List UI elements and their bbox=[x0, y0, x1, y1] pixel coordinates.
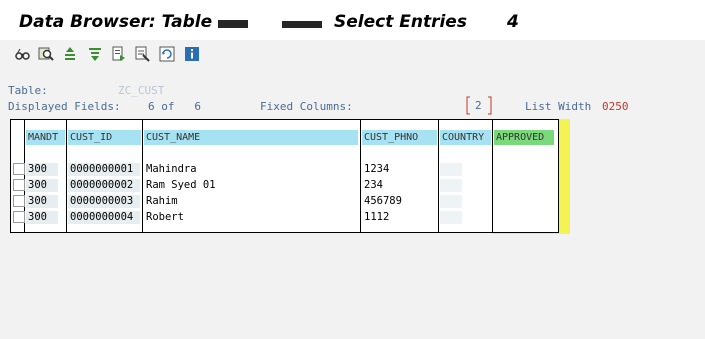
info-icon[interactable] bbox=[184, 46, 200, 62]
choose-icon[interactable] bbox=[135, 46, 151, 62]
title-bar: Data Browser: Table Select Entries 4 bbox=[0, 0, 705, 40]
cell-country bbox=[440, 163, 462, 176]
cell-cust-id: 0000000001 bbox=[68, 163, 140, 176]
displayed-fields-value: 6 of 6 bbox=[148, 100, 201, 113]
cell-country bbox=[440, 195, 462, 208]
glasses-icon[interactable] bbox=[15, 46, 31, 62]
cell-cust-id: 0000000002 bbox=[68, 179, 140, 192]
cell-cust-phno: 1112 bbox=[362, 211, 436, 224]
list-width-label: List Width bbox=[525, 100, 592, 113]
header-cust-name[interactable]: CUST_NAME bbox=[144, 130, 358, 145]
table-label: Table: bbox=[8, 84, 48, 97]
cell-mandt: 300 bbox=[26, 179, 58, 192]
list-width-value[interactable]: 0250 bbox=[602, 100, 629, 113]
cell-mandt: 300 bbox=[26, 211, 58, 224]
cell-cust-id: 0000000003 bbox=[68, 195, 140, 208]
cell-cust-name: Ram Syed 01 bbox=[144, 179, 358, 192]
cell-country bbox=[440, 179, 462, 192]
fixed-columns-value: 2 bbox=[475, 99, 482, 112]
fixed-columns-field[interactable]: 2 bbox=[466, 96, 492, 115]
magnifier-detail-icon[interactable] bbox=[38, 46, 54, 62]
header-country[interactable]: COUNTRY bbox=[440, 130, 491, 145]
cell-cust-name: Robert bbox=[144, 211, 358, 224]
cell-cust-phno: 456789 bbox=[362, 195, 436, 208]
table-value: ZC_CUST bbox=[118, 84, 165, 97]
row-select-checkbox[interactable] bbox=[13, 163, 25, 175]
header-approved[interactable]: APPROVED bbox=[494, 130, 554, 145]
title-prefix: Data Browser: Table bbox=[19, 12, 219, 32]
row-select-checkbox[interactable] bbox=[13, 195, 25, 207]
header-cust-id[interactable]: CUST_ID bbox=[68, 130, 141, 145]
sort-ascending-icon[interactable] bbox=[62, 46, 78, 62]
cell-country bbox=[440, 211, 462, 224]
cell-cust-id: 0000000004 bbox=[68, 211, 140, 224]
toolbar bbox=[0, 42, 705, 70]
title-suffix: Select Entries bbox=[328, 12, 467, 32]
cell-mandt: 300 bbox=[26, 163, 58, 176]
row-select-checkbox[interactable] bbox=[13, 211, 25, 223]
col-separator bbox=[492, 120, 493, 232]
export-icon[interactable] bbox=[111, 46, 127, 62]
data-grid: MANDT CUST_ID CUST_NAME CUST_PHNO COUNTR… bbox=[10, 119, 559, 233]
col-separator bbox=[438, 120, 439, 232]
col-separator bbox=[142, 120, 143, 232]
fixed-columns-label: Fixed Columns: bbox=[260, 100, 353, 113]
header-cust-phno[interactable]: CUST_PHNO bbox=[362, 130, 437, 145]
cell-cust-name: Rahim bbox=[144, 195, 358, 208]
redacted-table-name bbox=[218, 12, 329, 30]
cell-cust-phno: 1234 bbox=[362, 163, 436, 176]
cell-mandt: 300 bbox=[26, 195, 58, 208]
cell-cust-name: Mahindra bbox=[144, 163, 358, 176]
refresh-icon[interactable] bbox=[159, 46, 175, 62]
displayed-fields-label: Displayed Fields: bbox=[8, 100, 121, 113]
cell-cust-phno: 234 bbox=[362, 179, 436, 192]
header-mandt[interactable]: MANDT bbox=[26, 130, 65, 145]
entry-count: 4 bbox=[507, 12, 519, 32]
col-separator bbox=[360, 120, 361, 232]
filter-icon[interactable] bbox=[87, 46, 103, 62]
col-separator bbox=[66, 120, 67, 232]
row-select-checkbox[interactable] bbox=[13, 179, 25, 191]
window-title: Data Browser: Table Select Entries bbox=[19, 12, 467, 32]
